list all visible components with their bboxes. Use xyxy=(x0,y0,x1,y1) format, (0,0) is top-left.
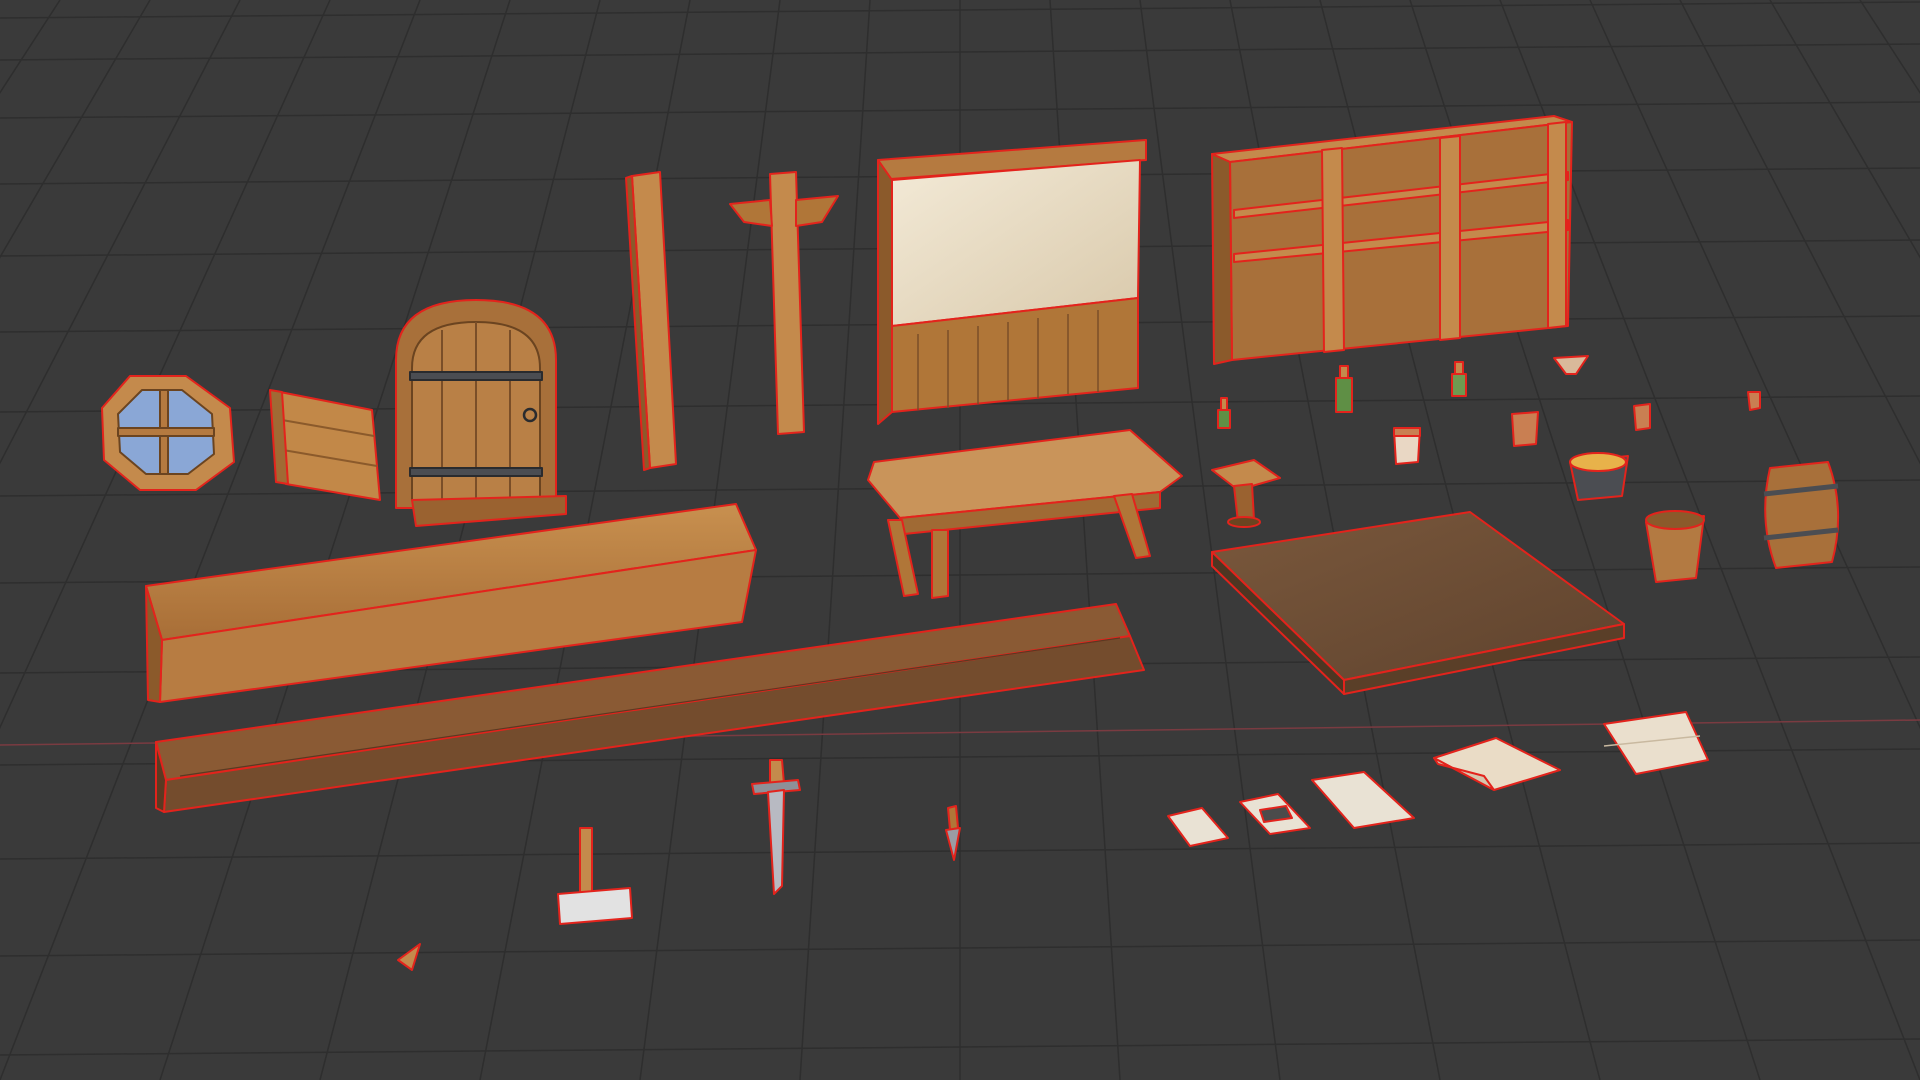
mug[interactable] xyxy=(1511,411,1539,447)
mug[interactable] xyxy=(1747,391,1761,411)
cooking-pot[interactable] xyxy=(1569,452,1629,501)
plaster-wall-panel[interactable] xyxy=(877,139,1147,425)
bottle[interactable] xyxy=(1451,361,1467,397)
mug[interactable] xyxy=(1393,427,1421,465)
mug[interactable] xyxy=(1633,403,1651,431)
bookshelf[interactable] xyxy=(1211,115,1573,365)
3d-viewport[interactable] xyxy=(0,0,1920,1080)
barrel[interactable] xyxy=(1763,461,1840,569)
arched-door[interactable] xyxy=(395,299,567,527)
bucket[interactable] xyxy=(1645,510,1705,583)
viewport-canvas[interactable] xyxy=(0,0,1920,1080)
